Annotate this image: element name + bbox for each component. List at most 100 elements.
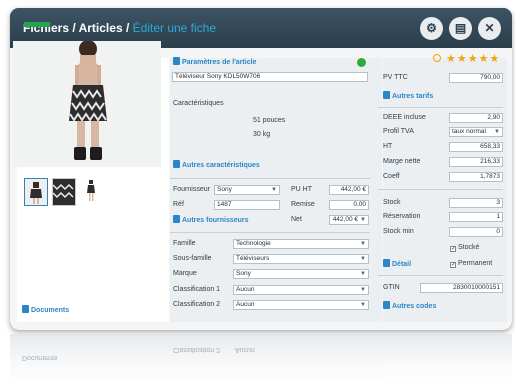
chevron-down-icon: ▼ bbox=[360, 241, 366, 247]
more-suppliers-link[interactable]: Autres fournisseurs bbox=[173, 215, 249, 224]
reflection-aucun: Aucun bbox=[235, 346, 255, 353]
detail-link[interactable]: Détail bbox=[383, 259, 411, 268]
star-icon[interactable]: ★ bbox=[446, 53, 457, 65]
pu-ht-field[interactable]: 442,00 € bbox=[329, 185, 369, 195]
sous-famille-label: Sous-famille bbox=[173, 255, 212, 262]
reservation-field[interactable]: 1 bbox=[449, 212, 503, 222]
params-title-label: Paramètres de l'article bbox=[182, 59, 257, 66]
divider bbox=[170, 178, 370, 179]
thumbnail-2[interactable] bbox=[52, 178, 76, 206]
article-name-field[interactable]: Téléviseur Sony KDL50W706 bbox=[172, 72, 368, 82]
product-image bbox=[13, 41, 161, 167]
close-icon: ✕ bbox=[484, 21, 495, 35]
pv-ttc-field[interactable]: 790,00 bbox=[449, 73, 503, 83]
supplier-label: Fournisseur bbox=[173, 186, 210, 193]
other-codes-link[interactable]: Autres codes bbox=[383, 301, 436, 310]
divider bbox=[378, 275, 503, 276]
close-button[interactable]: ✕ bbox=[478, 17, 501, 40]
rating-stars[interactable]: ★★★★★ bbox=[446, 52, 500, 65]
detail-label: Détail bbox=[392, 261, 412, 268]
tva-profile-label: Profil TVA bbox=[383, 128, 414, 135]
more-characteristics-link[interactable]: Autres caractéristiques bbox=[173, 160, 260, 169]
chevron-down-icon: ▼ bbox=[360, 287, 366, 293]
tva-profile-value: taux normal bbox=[452, 128, 486, 135]
net-value: 442,00 € bbox=[332, 216, 358, 223]
stock-min-label: Stock min bbox=[383, 228, 414, 235]
classification-1-label: Classification 1 bbox=[173, 286, 221, 293]
breadcrumb: Fichiers / Articles / Éditer une fiche bbox=[23, 21, 216, 35]
deee-field[interactable]: 2,90 bbox=[449, 113, 503, 123]
documents-link-label: Documents bbox=[31, 307, 70, 314]
stock-min-field[interactable]: 0 bbox=[449, 227, 503, 237]
documents-link[interactable]: Documents bbox=[22, 305, 69, 314]
save-button[interactable]: ▤ bbox=[449, 17, 472, 40]
reservation-label: Réservation bbox=[383, 213, 421, 220]
other-codes-label: Autres codes bbox=[392, 303, 437, 310]
stocked-label: Stocké bbox=[458, 244, 480, 251]
remise-label: Remise bbox=[291, 201, 315, 208]
classification-1-select[interactable]: Aucun ▼ bbox=[233, 285, 369, 295]
ht-label: HT bbox=[383, 143, 393, 150]
settings-button[interactable]: ⚙ bbox=[420, 17, 443, 40]
star-icon[interactable]: ★ bbox=[468, 53, 479, 65]
tva-profile-select[interactable]: taux normal ▼ bbox=[449, 127, 503, 137]
classification-2-value: Aucun bbox=[236, 301, 255, 308]
sous-famille-value: Téléviseurs bbox=[236, 255, 270, 262]
margin-field[interactable]: 216,33 bbox=[449, 157, 503, 167]
ref-label: Réf bbox=[173, 201, 184, 208]
deee-label: DEEE incluse bbox=[383, 114, 426, 121]
gtin-field[interactable]: 2830010000151 bbox=[420, 283, 503, 293]
other-prices-label: Autres tarifs bbox=[392, 93, 434, 100]
marque-value: Sony bbox=[236, 270, 251, 277]
thumbnail-3[interactable] bbox=[80, 178, 104, 206]
marque-select[interactable]: Sony ▼ bbox=[233, 269, 369, 279]
document-icon bbox=[22, 305, 29, 313]
params-icon bbox=[173, 57, 180, 65]
more-suppliers-label: Autres fournisseurs bbox=[182, 217, 249, 224]
list-icon bbox=[173, 160, 180, 168]
coeff-field[interactable]: 1,7873 bbox=[449, 172, 503, 182]
breadcrumb-separator: / bbox=[69, 21, 79, 35]
stock-field[interactable]: 3 bbox=[449, 198, 503, 208]
thumbnail-image bbox=[53, 179, 75, 205]
characteristic-1: 51 pouces bbox=[253, 117, 286, 124]
star-icon[interactable]: ★ bbox=[479, 53, 490, 65]
settings-icon: ⚙ bbox=[426, 21, 437, 35]
more-characteristics-label: Autres caractéristiques bbox=[182, 162, 260, 169]
star-icon[interactable]: ★ bbox=[457, 53, 468, 65]
remise-field[interactable]: 0,00 bbox=[329, 200, 369, 210]
breadcrumb-articles[interactable]: Articles bbox=[79, 21, 123, 35]
chevron-down-icon: ▼ bbox=[271, 187, 277, 193]
pv-ttc-label: PV TTC bbox=[383, 74, 408, 81]
chevron-down-icon: ▼ bbox=[360, 217, 366, 223]
other-prices-link[interactable]: Autres tarifs bbox=[383, 91, 433, 100]
thumbnail-1[interactable] bbox=[24, 178, 48, 206]
reflection-classification: Classification 2 bbox=[173, 346, 221, 353]
rating-reset-icon[interactable] bbox=[433, 54, 441, 62]
famille-select[interactable]: Technologie ▼ bbox=[233, 239, 369, 249]
margin-label: Marge nette bbox=[383, 158, 421, 165]
window-reflection: Documents Classification 2 Aucun bbox=[10, 334, 512, 384]
reflection-documents: Documents bbox=[22, 354, 58, 361]
check-icon: ✓ bbox=[450, 246, 457, 252]
chevron-down-icon: ▼ bbox=[360, 256, 366, 262]
stocked-checkbox[interactable]: ✓ Stocké bbox=[450, 244, 479, 252]
sous-famille-select[interactable]: Téléviseurs ▼ bbox=[233, 254, 369, 264]
permanent-checkbox[interactable]: ✓ Permanent bbox=[450, 260, 492, 268]
supplier-select[interactable]: Sony ▼ bbox=[214, 185, 280, 195]
divider bbox=[378, 189, 503, 190]
divider bbox=[170, 232, 370, 233]
product-photo[interactable] bbox=[13, 41, 161, 167]
list-icon bbox=[383, 259, 390, 267]
save-icon: ▤ bbox=[454, 21, 467, 35]
ref-field[interactable]: 1487 bbox=[214, 200, 280, 210]
classification-2-select[interactable]: Aucun ▼ bbox=[233, 300, 369, 310]
new-badge bbox=[24, 22, 50, 27]
star-icon[interactable]: ★ bbox=[490, 53, 501, 65]
net-field[interactable]: 442,00 € ▼ bbox=[329, 215, 369, 225]
marque-label: Marque bbox=[173, 270, 197, 277]
classification-2-label: Classification 2 bbox=[173, 301, 221, 308]
famille-value: Technologie bbox=[236, 240, 271, 247]
ht-field[interactable]: 658,33 bbox=[449, 142, 503, 152]
status-dot bbox=[357, 58, 366, 67]
